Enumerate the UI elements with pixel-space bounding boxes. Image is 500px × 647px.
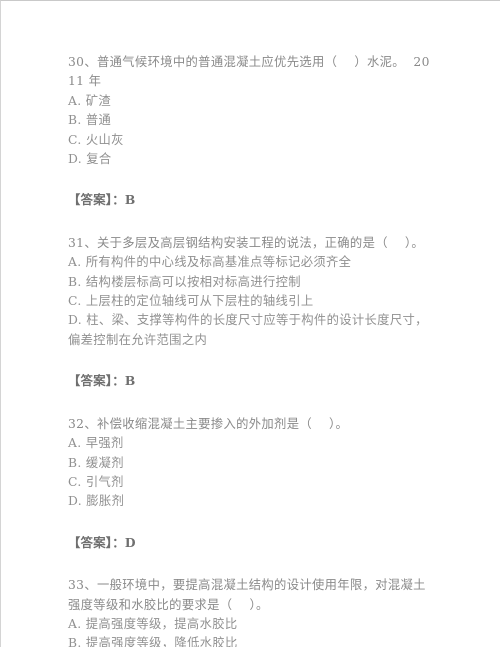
question-option[interactable]: C. 上层柱的定位轴线可从下层柱的轴线引上	[68, 292, 434, 311]
question-option[interactable]: B. 缓凝剂	[68, 454, 434, 473]
question-stem: 32、补偿收缩混凝土主要掺入的外加剂是（ ）。	[68, 416, 349, 431]
question-block-30: 30、普通气候环境中的普通混凝土应优先选用（ ）水泥。 2011 年 A. 矿渣…	[68, 53, 434, 210]
question-option[interactable]: A. 所有构件的中心线及标高基准点等标记必须齐全	[68, 253, 434, 272]
question-stem: 30、普通气候环境中的普通混凝土应优先选用（ ）水泥。 2011 年	[68, 55, 430, 89]
question-option[interactable]: B. 提高强度等级，降低水胶比	[68, 634, 434, 647]
answer-line: 【答案】：D	[68, 534, 136, 550]
question-block-32: 32、补偿收缩混凝土主要掺入的外加剂是（ ）。 A. 早强剂 B. 缓凝剂 C.…	[68, 415, 434, 552]
question-stem: 31、关于多层及高层钢结构安装工程的说法，正确的是（ ）。	[68, 235, 425, 250]
question-option[interactable]: C. 引气剂	[68, 473, 434, 492]
question-stem: 33、一般环境中，要提高混凝土结构的设计使用年限，对混凝土强度等级和水胶比的要求…	[68, 578, 426, 612]
question-option[interactable]: B. 结构楼层标高可以按相对标高进行控制	[68, 273, 434, 292]
question-option[interactable]: A. 提高强度等级，提高水胶比	[68, 615, 434, 634]
question-block-31: 31、关于多层及高层钢结构安装工程的说法，正确的是（ ）。 A. 所有构件的中心…	[68, 234, 434, 391]
question-option[interactable]: C. 火山灰	[68, 131, 434, 150]
answer-line: 【答案】：B	[68, 373, 136, 389]
document-page: 30、普通气候环境中的普通混凝土应优先选用（ ）水泥。 2011 年 A. 矿渣…	[0, 0, 500, 647]
answer-line: 【答案】：B	[68, 192, 136, 208]
question-option[interactable]: D. 复合	[68, 150, 434, 169]
question-option[interactable]: A. 矿渣	[68, 92, 434, 111]
question-list: 30、普通气候环境中的普通混凝土应优先选用（ ）水泥。 2011 年 A. 矿渣…	[68, 53, 434, 647]
question-option[interactable]: D. 膨胀剂	[68, 492, 434, 511]
question-option[interactable]: D. 柱、梁、支撑等构件的长度尺寸应等于构件的设计长度尺寸，偏差控制在允许范围之…	[68, 311, 434, 350]
question-option[interactable]: A. 早强剂	[68, 434, 434, 453]
question-block-33: 33、一般环境中，要提高混凝土结构的设计使用年限，对混凝土强度等级和水胶比的要求…	[68, 576, 434, 647]
question-option[interactable]: B. 普通	[68, 111, 434, 130]
